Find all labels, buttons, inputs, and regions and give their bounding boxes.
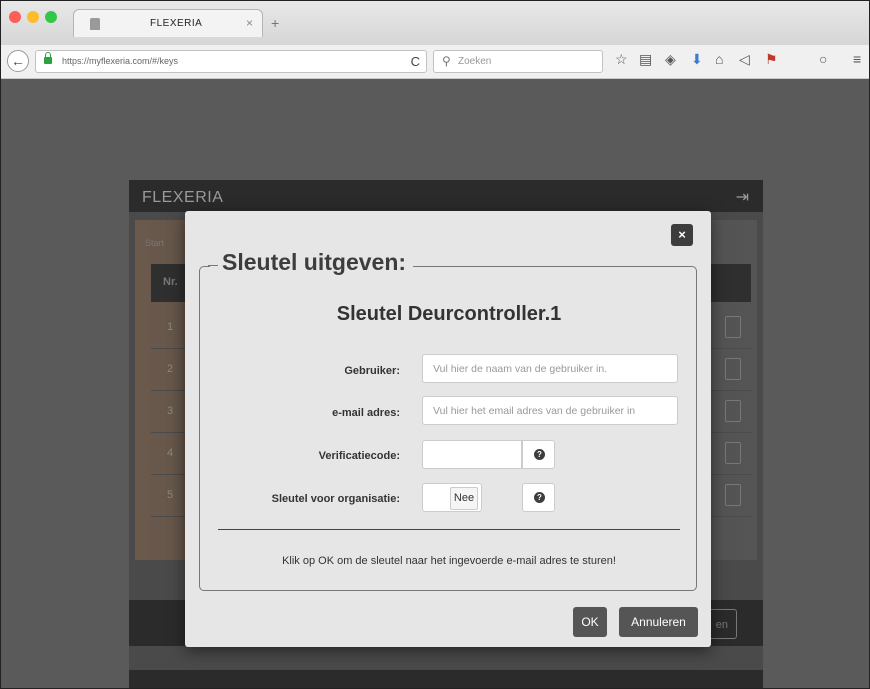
back-button[interactable]: ← <box>7 50 29 72</box>
title-bar: FLEXERIA × + <box>1 1 869 45</box>
tab-title: FLEXERIA <box>150 18 203 29</box>
organization-toggle[interactable]: Nee <box>422 483 482 512</box>
url-text: https://myflexeria.com/#/keys <box>62 56 179 66</box>
user-placeholder: Vul hier de naam van de gebruiker in. <box>433 363 608 375</box>
app-bottom-bar <box>129 670 763 688</box>
organization-toggle-value: Nee <box>450 487 478 510</box>
email-placeholder: Vul hier het email adres van de gebruike… <box>433 405 636 417</box>
verification-help-button[interactable]: ? <box>522 440 555 469</box>
chat-icon[interactable]: ○ <box>819 51 827 67</box>
divider <box>218 529 680 530</box>
close-window-button[interactable] <box>9 11 21 23</box>
row-number: 3 <box>167 405 174 417</box>
question-icon: ? <box>534 492 545 503</box>
logout-icon[interactable]: ⇥ <box>736 187 749 207</box>
ok-button[interactable]: OK <box>573 607 607 637</box>
email-input[interactable]: Vul hier het email adres van de gebruike… <box>422 396 678 425</box>
question-icon: ? <box>534 449 545 460</box>
search-icon: ⚲ <box>442 54 451 68</box>
lock-icon <box>44 52 52 64</box>
row-action-button[interactable] <box>725 400 741 422</box>
row-number: 5 <box>167 489 174 501</box>
back-arrow-icon: ← <box>11 53 25 69</box>
organization-key-label: Sleutel voor organisatie: <box>271 493 400 505</box>
tab-close-icon[interactable]: × <box>246 16 253 30</box>
row-action-button[interactable] <box>725 316 741 338</box>
row-action-button[interactable] <box>725 358 741 380</box>
issue-key-fieldset: Sleutel uitgeven: Sleutel Deurcontroller… <box>199 249 697 591</box>
key-title: Sleutel Deurcontroller.1 <box>336 303 562 325</box>
navigation-bar: ← https://myflexeria.com/#/keys C ⚲ Zoek… <box>1 45 869 79</box>
address-bar[interactable]: https://myflexeria.com/#/keys C <box>35 50 427 73</box>
send-icon[interactable]: ◁ <box>739 51 750 68</box>
app-brand: FLEXERIA <box>142 189 224 206</box>
close-icon[interactable]: × <box>671 224 693 246</box>
user-label: Gebruiker: <box>344 365 400 377</box>
star-icon[interactable]: ☆ <box>615 51 628 68</box>
row-action-button[interactable] <box>725 442 741 464</box>
verification-code-input[interactable] <box>422 440 522 469</box>
verification-code-label: Verificatiecode: <box>318 450 400 462</box>
organization-help-button[interactable]: ? <box>522 483 555 512</box>
cancel-button[interactable]: Annuleren <box>619 607 698 637</box>
page-favicon-icon <box>90 18 100 30</box>
user-input[interactable]: Vul hier de naam van de gebruiker in. <box>422 354 678 383</box>
instruction-text: Klik op OK om de sleutel naar het ingevo… <box>282 555 616 567</box>
minimize-window-button[interactable] <box>27 11 39 23</box>
reading-list-icon[interactable]: ▤ <box>639 51 652 68</box>
menu-icon[interactable]: ≡ <box>853 51 861 67</box>
reload-icon[interactable]: C <box>411 54 420 69</box>
home-icon[interactable]: ⌂ <box>715 51 723 67</box>
issue-key-dialog: × Sleutel uitgeven: Sleutel Deurcontroll… <box>185 211 711 647</box>
browser-window: FLEXERIA × + ← https://myflexeria.com/#/… <box>0 0 870 689</box>
translate-icon[interactable]: ⚑ <box>765 51 778 68</box>
email-label: e-mail adres: <box>332 407 400 419</box>
dialog-title: Sleutel uitgeven: <box>207 249 414 276</box>
browser-tab[interactable]: FLEXERIA × <box>73 9 263 37</box>
column-header-nr: Nr. <box>163 276 178 288</box>
new-tab-icon[interactable]: + <box>271 15 279 31</box>
row-action-button[interactable] <box>725 484 741 506</box>
app-header: FLEXERIA ⇥ <box>129 180 763 212</box>
search-bar[interactable]: ⚲ Zoeken <box>433 50 603 73</box>
tab-start[interactable]: Start <box>145 238 164 248</box>
pocket-icon[interactable]: ◈ <box>665 51 676 68</box>
row-number: 4 <box>167 447 174 459</box>
zoom-window-button[interactable] <box>45 11 57 23</box>
row-number: 1 <box>167 321 174 333</box>
download-icon[interactable]: ⬇ <box>691 51 703 68</box>
search-placeholder: Zoeken <box>458 56 492 67</box>
row-number: 2 <box>167 363 174 375</box>
